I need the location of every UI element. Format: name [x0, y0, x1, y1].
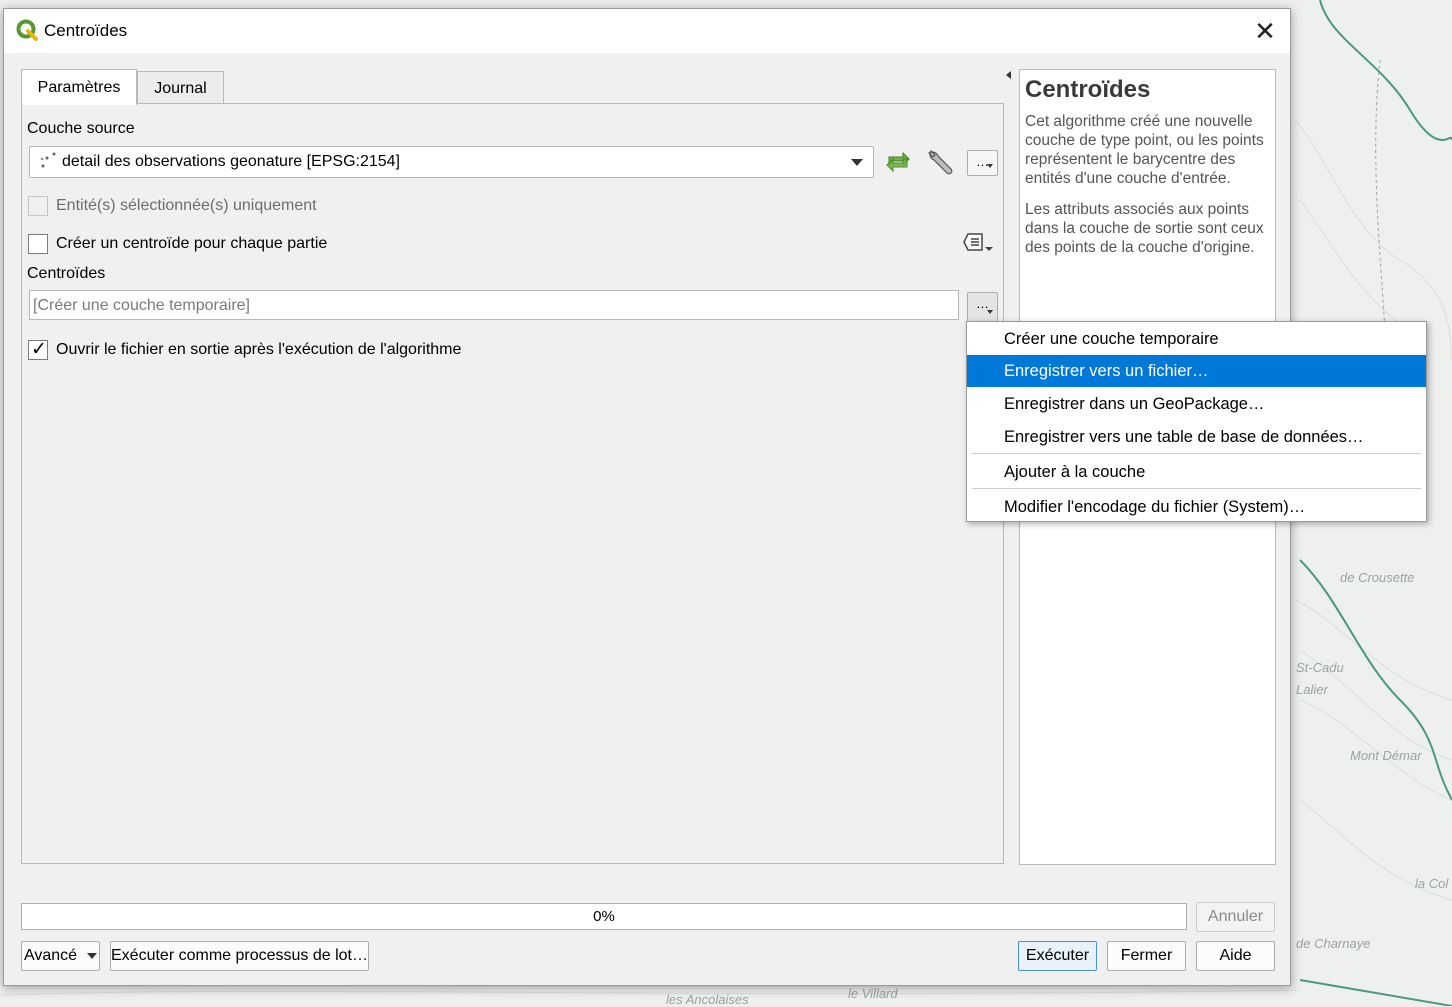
data-defined-override-icon[interactable]	[962, 230, 996, 258]
advanced-button[interactable]: Avancé	[21, 941, 100, 971]
progress-bar: 0%	[21, 903, 1187, 930]
output-destination-field[interactable]: [Créer une couche temporaire]	[29, 290, 959, 320]
tab-journal[interactable]: Journal	[137, 71, 224, 105]
source-layer-combo[interactable]: detail des observations geonature [EPSG:…	[29, 146, 874, 178]
chevron-down-icon	[87, 953, 98, 959]
map-label: les Ancolaises	[666, 992, 749, 1007]
title-bar[interactable]: Centroïdes ✕	[4, 9, 1290, 53]
advanced-label: Avancé	[23, 947, 78, 964]
help-title: Centroïdes	[1025, 76, 1151, 103]
map-label: de Charnaye	[1296, 936, 1371, 951]
source-layer-value: detail des observations geonature [EPSG:…	[62, 153, 400, 170]
selected-only-label: Entité(s) sélectionnée(s) uniquement	[56, 197, 317, 214]
close-button[interactable]: Fermer	[1107, 941, 1186, 971]
menu-item-temporary-layer[interactable]: Créer une couche temporaire	[967, 323, 1426, 355]
menu-item-save-to-geopackage[interactable]: Enregistrer dans un GeoPackage…	[967, 388, 1426, 420]
open-output-label: Ouvrir le fichier en sortie après l'exéc…	[56, 341, 462, 358]
map-label: St-Cadu	[1296, 660, 1344, 675]
iterate-icon[interactable]	[883, 147, 913, 177]
map-label: le Villard	[848, 986, 898, 1001]
menu-item-save-to-database[interactable]: Enregistrer vers une table de base de do…	[967, 421, 1426, 453]
source-options-button[interactable]: …	[967, 150, 998, 176]
checkmark-icon: ✓	[31, 339, 47, 360]
output-options-menu: Créer une couche temporaire Enregistrer …	[966, 321, 1427, 522]
each-part-label: Créer un centroïde pour chaque partie	[56, 235, 328, 252]
qgis-logo-icon	[16, 19, 38, 41]
help-paragraph: Les attributs associés aux points dans l…	[1025, 201, 1264, 256]
output-options-button[interactable]: …	[967, 292, 998, 322]
help-paragraph: Cet algorithme créé une nouvelle couche …	[1025, 113, 1264, 187]
menu-item-append-to-layer[interactable]: Ajouter à la couche	[967, 456, 1426, 488]
parameters-panel: Couche source detail des observations ge…	[21, 103, 1004, 864]
cancel-button[interactable]: Annuler	[1196, 902, 1275, 932]
each-part-checkbox[interactable]	[28, 234, 48, 254]
menu-item-save-to-file[interactable]: Enregistrer vers un fichier…	[967, 355, 1426, 387]
wrench-icon[interactable]	[925, 147, 955, 177]
menu-item-change-encoding[interactable]: Modifier l'encodage du fichier (System)…	[967, 491, 1426, 523]
tab-parametres[interactable]: Paramètres	[21, 69, 137, 105]
open-output-checkbox[interactable]: ✓	[28, 339, 48, 360]
help-button[interactable]: Aide	[1196, 941, 1275, 971]
collapse-help-icon[interactable]	[1006, 71, 1011, 79]
run-button[interactable]: Exécuter	[1018, 941, 1097, 971]
menu-separator	[972, 488, 1421, 489]
menu-separator	[972, 453, 1421, 454]
point-layer-icon	[40, 152, 56, 168]
chevron-down-icon	[851, 159, 863, 166]
source-layer-label: Couche source	[27, 120, 135, 137]
batch-process-button[interactable]: Exécuter comme processus de lot…	[110, 941, 369, 971]
selected-only-checkbox[interactable]	[28, 196, 48, 216]
map-label: Lalier	[1296, 682, 1328, 697]
output-label: Centroïdes	[27, 265, 106, 282]
ellipsis-icon: …	[976, 296, 989, 311]
close-icon[interactable]: ✕	[1240, 9, 1290, 53]
window-title: Centroïdes	[44, 21, 128, 40]
map-label: la Col	[1415, 876, 1449, 891]
map-label: de Crousette	[1340, 570, 1415, 585]
map-label: Mont Démar	[1350, 748, 1422, 763]
